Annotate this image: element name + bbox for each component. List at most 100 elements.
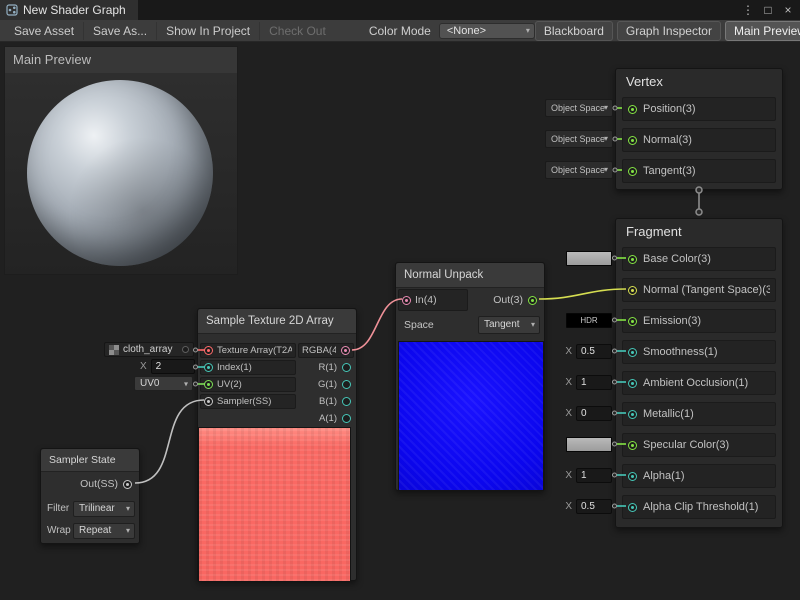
metallic-value-field[interactable]: 0 bbox=[576, 406, 612, 421]
texture-array-input-row[interactable]: Texture Array(T2A) bbox=[200, 343, 296, 358]
main-preview-viewport[interactable] bbox=[5, 73, 237, 274]
index-float-widget[interactable]: X 2 bbox=[140, 359, 195, 374]
wire-out3-to-normal[interactable] bbox=[539, 289, 626, 299]
vertex-node[interactable]: Vertex Position(3) Normal(3) Tangent(3) bbox=[615, 68, 783, 190]
uv-channel-dropdown[interactable]: UV0 bbox=[134, 376, 193, 391]
out-ss-port[interactable] bbox=[123, 480, 132, 489]
fragment-row-metallic[interactable]: Metallic(1) bbox=[622, 402, 776, 426]
r-output-row[interactable]: R(1) bbox=[294, 360, 354, 375]
object-picker-icon[interactable] bbox=[182, 346, 189, 353]
sample-texture-2d-array-node[interactable]: Sample Texture 2D Array Texture Array(T2… bbox=[197, 308, 357, 581]
alpha-port[interactable] bbox=[628, 472, 637, 481]
smoothness-widget[interactable]: X 0.5 bbox=[565, 343, 612, 359]
alpha-widget[interactable]: X 1 bbox=[565, 467, 612, 483]
cloth-array-object-field[interactable]: cloth_array bbox=[104, 342, 194, 357]
smoothness-value-field[interactable]: 0.5 bbox=[576, 344, 612, 359]
fragment-node-title[interactable]: Fragment bbox=[616, 219, 782, 245]
fragment-row-normal-tangent[interactable]: Normal (Tangent Space)(3) bbox=[622, 278, 776, 302]
show-in-project-button[interactable]: Show In Project bbox=[157, 22, 260, 40]
vertex-row-normal[interactable]: Normal(3) bbox=[622, 128, 776, 152]
fragment-row-smoothness[interactable]: Smoothness(1) bbox=[622, 340, 776, 364]
fragment-row-emission[interactable]: Emission(3) bbox=[622, 309, 776, 333]
alpha-clip-widget[interactable]: X 0.5 bbox=[565, 498, 612, 514]
close-icon[interactable]: × bbox=[780, 0, 796, 20]
a-port[interactable] bbox=[342, 414, 351, 423]
rgba-output-row[interactable]: RGBA(4) bbox=[298, 343, 354, 358]
main-preview-title[interactable]: Main Preview bbox=[5, 47, 237, 73]
tangent-port[interactable] bbox=[628, 167, 637, 176]
fragment-row-alpha[interactable]: Alpha(1) bbox=[622, 464, 776, 488]
index-port[interactable] bbox=[204, 363, 213, 372]
fragment-node[interactable]: Fragment Base Color(3) Normal (Tangent S… bbox=[615, 218, 783, 528]
b-output-row[interactable]: B(1) bbox=[294, 394, 354, 409]
position-port[interactable] bbox=[628, 105, 637, 114]
base-color-widget[interactable] bbox=[566, 250, 612, 266]
save-as-button[interactable]: Save As... bbox=[84, 22, 157, 40]
menu-icon[interactable]: ⋮ bbox=[740, 0, 756, 20]
smoothness-port[interactable] bbox=[628, 348, 637, 357]
graph-inspector-toggle[interactable]: Graph Inspector bbox=[617, 21, 721, 41]
texture-array-port[interactable] bbox=[204, 346, 213, 355]
blackboard-toggle[interactable]: Blackboard bbox=[535, 21, 613, 41]
fragment-row-specular-color[interactable]: Specular Color(3) bbox=[622, 433, 776, 457]
fragment-row-base-color[interactable]: Base Color(3) bbox=[622, 247, 776, 271]
alpha-clip-value-field[interactable]: 0.5 bbox=[576, 499, 612, 514]
specular-color-widget[interactable] bbox=[566, 436, 612, 452]
g-port[interactable] bbox=[342, 380, 351, 389]
uv-port[interactable] bbox=[204, 380, 213, 389]
alpha-clip-port[interactable] bbox=[628, 503, 637, 512]
normal-unpack-node[interactable]: Normal Unpack In(4) Out(3) Space Tangent bbox=[395, 262, 545, 491]
out-ss-row[interactable]: Out(SS) bbox=[55, 475, 135, 493]
out3-port[interactable] bbox=[528, 296, 537, 305]
normal-port[interactable] bbox=[628, 136, 637, 145]
base-color-port[interactable] bbox=[628, 255, 637, 264]
vertex-row-tangent[interactable]: Tangent(3) bbox=[622, 159, 776, 183]
normal-space-dropdown[interactable]: Object Space bbox=[545, 130, 613, 148]
b-port[interactable] bbox=[342, 397, 351, 406]
base-color-swatch[interactable] bbox=[566, 251, 612, 266]
main-preview-toggle[interactable]: Main Preview bbox=[725, 21, 800, 41]
wire-samplerstate-to-sampler[interactable] bbox=[135, 400, 204, 483]
specular-color-port[interactable] bbox=[628, 441, 637, 450]
emission-port[interactable] bbox=[628, 317, 637, 326]
preview-sphere[interactable] bbox=[27, 80, 213, 266]
position-space-dropdown[interactable]: Object Space bbox=[545, 99, 613, 117]
emission-widget[interactable]: HDR bbox=[566, 312, 612, 328]
ao-value-field[interactable]: 1 bbox=[576, 375, 612, 390]
sample-node-title[interactable]: Sample Texture 2D Array bbox=[198, 309, 356, 334]
tangent-space-dropdown[interactable]: Object Space bbox=[545, 161, 613, 179]
sampler-state-title[interactable]: Sampler State bbox=[41, 449, 139, 472]
vertex-row-position[interactable]: Position(3) bbox=[622, 97, 776, 121]
metallic-port[interactable] bbox=[628, 410, 637, 419]
in4-port[interactable] bbox=[402, 296, 411, 305]
wrap-dropdown[interactable]: Repeat bbox=[73, 523, 135, 539]
vertex-node-title[interactable]: Vertex bbox=[616, 69, 782, 95]
filter-dropdown[interactable]: Trilinear bbox=[73, 501, 135, 517]
ambient-occlusion-port[interactable] bbox=[628, 379, 637, 388]
save-asset-button[interactable]: Save Asset bbox=[5, 22, 84, 40]
index-input-row[interactable]: Index(1) bbox=[200, 360, 296, 375]
document-tab[interactable]: New Shader Graph bbox=[0, 0, 138, 20]
normal-unpack-title[interactable]: Normal Unpack bbox=[396, 263, 544, 288]
in4-input-row[interactable]: In(4) bbox=[398, 289, 468, 311]
g-output-row[interactable]: G(1) bbox=[294, 377, 354, 392]
sampler-port[interactable] bbox=[204, 397, 213, 406]
uv-input-row[interactable]: UV(2) bbox=[200, 377, 296, 392]
rgba-port[interactable] bbox=[341, 346, 350, 355]
space-dropdown[interactable]: Tangent bbox=[478, 316, 540, 334]
a-output-row[interactable]: A(1) bbox=[294, 411, 354, 426]
normal-tangent-port[interactable] bbox=[628, 286, 637, 295]
ambient-occlusion-widget[interactable]: X 1 bbox=[565, 374, 612, 390]
index-value-field[interactable]: 2 bbox=[151, 359, 195, 374]
out3-output-row[interactable]: Out(3) bbox=[470, 289, 540, 311]
maximize-icon[interactable]: □ bbox=[760, 0, 776, 20]
specular-color-swatch[interactable] bbox=[566, 437, 612, 452]
metallic-widget[interactable]: X 0 bbox=[565, 405, 612, 421]
alpha-value-field[interactable]: 1 bbox=[576, 468, 612, 483]
r-port[interactable] bbox=[342, 363, 351, 372]
color-mode-dropdown[interactable]: <None> bbox=[439, 23, 535, 39]
emission-hdr-swatch[interactable]: HDR bbox=[566, 313, 612, 328]
fragment-row-alpha-clip[interactable]: Alpha Clip Threshold(1) bbox=[622, 495, 776, 519]
sampler-input-row[interactable]: Sampler(SS) bbox=[200, 394, 296, 409]
sampler-state-node[interactable]: Sampler State Out(SS) Filter Trilinear W… bbox=[40, 448, 140, 544]
